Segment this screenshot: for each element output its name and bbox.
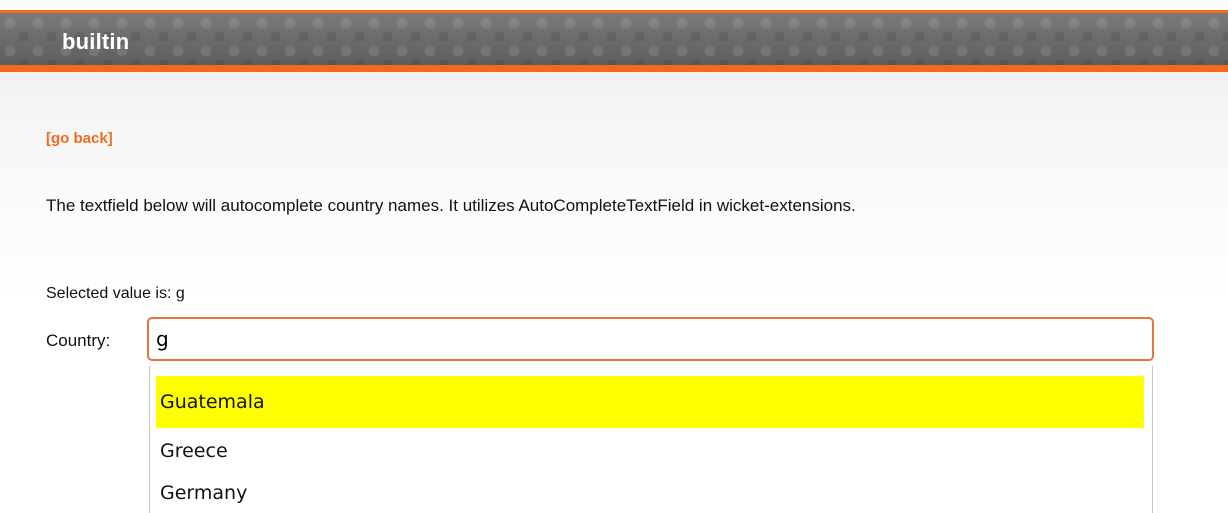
top-strip <box>0 0 1228 10</box>
go-back-link[interactable]: [go back] <box>46 130 113 147</box>
suggestion-item[interactable]: Guatemala <box>156 376 1144 428</box>
selected-value-line: Selected value is: g <box>46 285 185 303</box>
selected-value-label: Selected value is: <box>46 285 172 302</box>
page-title: builtin <box>62 29 130 54</box>
suggestion-item[interactable]: Germany <box>156 469 1144 513</box>
country-input[interactable] <box>147 317 1154 361</box>
page-header: builtin <box>0 10 1228 72</box>
autocomplete-dropdown: Guatemala Greece Germany <box>149 366 1153 513</box>
selected-value: g <box>175 285 185 302</box>
suggestion-item[interactable]: Greece <box>156 427 1144 475</box>
description-text: The textfield below will autocomplete co… <box>46 196 856 215</box>
country-label: Country: <box>46 331 111 350</box>
page: builtin [go back] The textfield below wi… <box>0 0 1228 513</box>
